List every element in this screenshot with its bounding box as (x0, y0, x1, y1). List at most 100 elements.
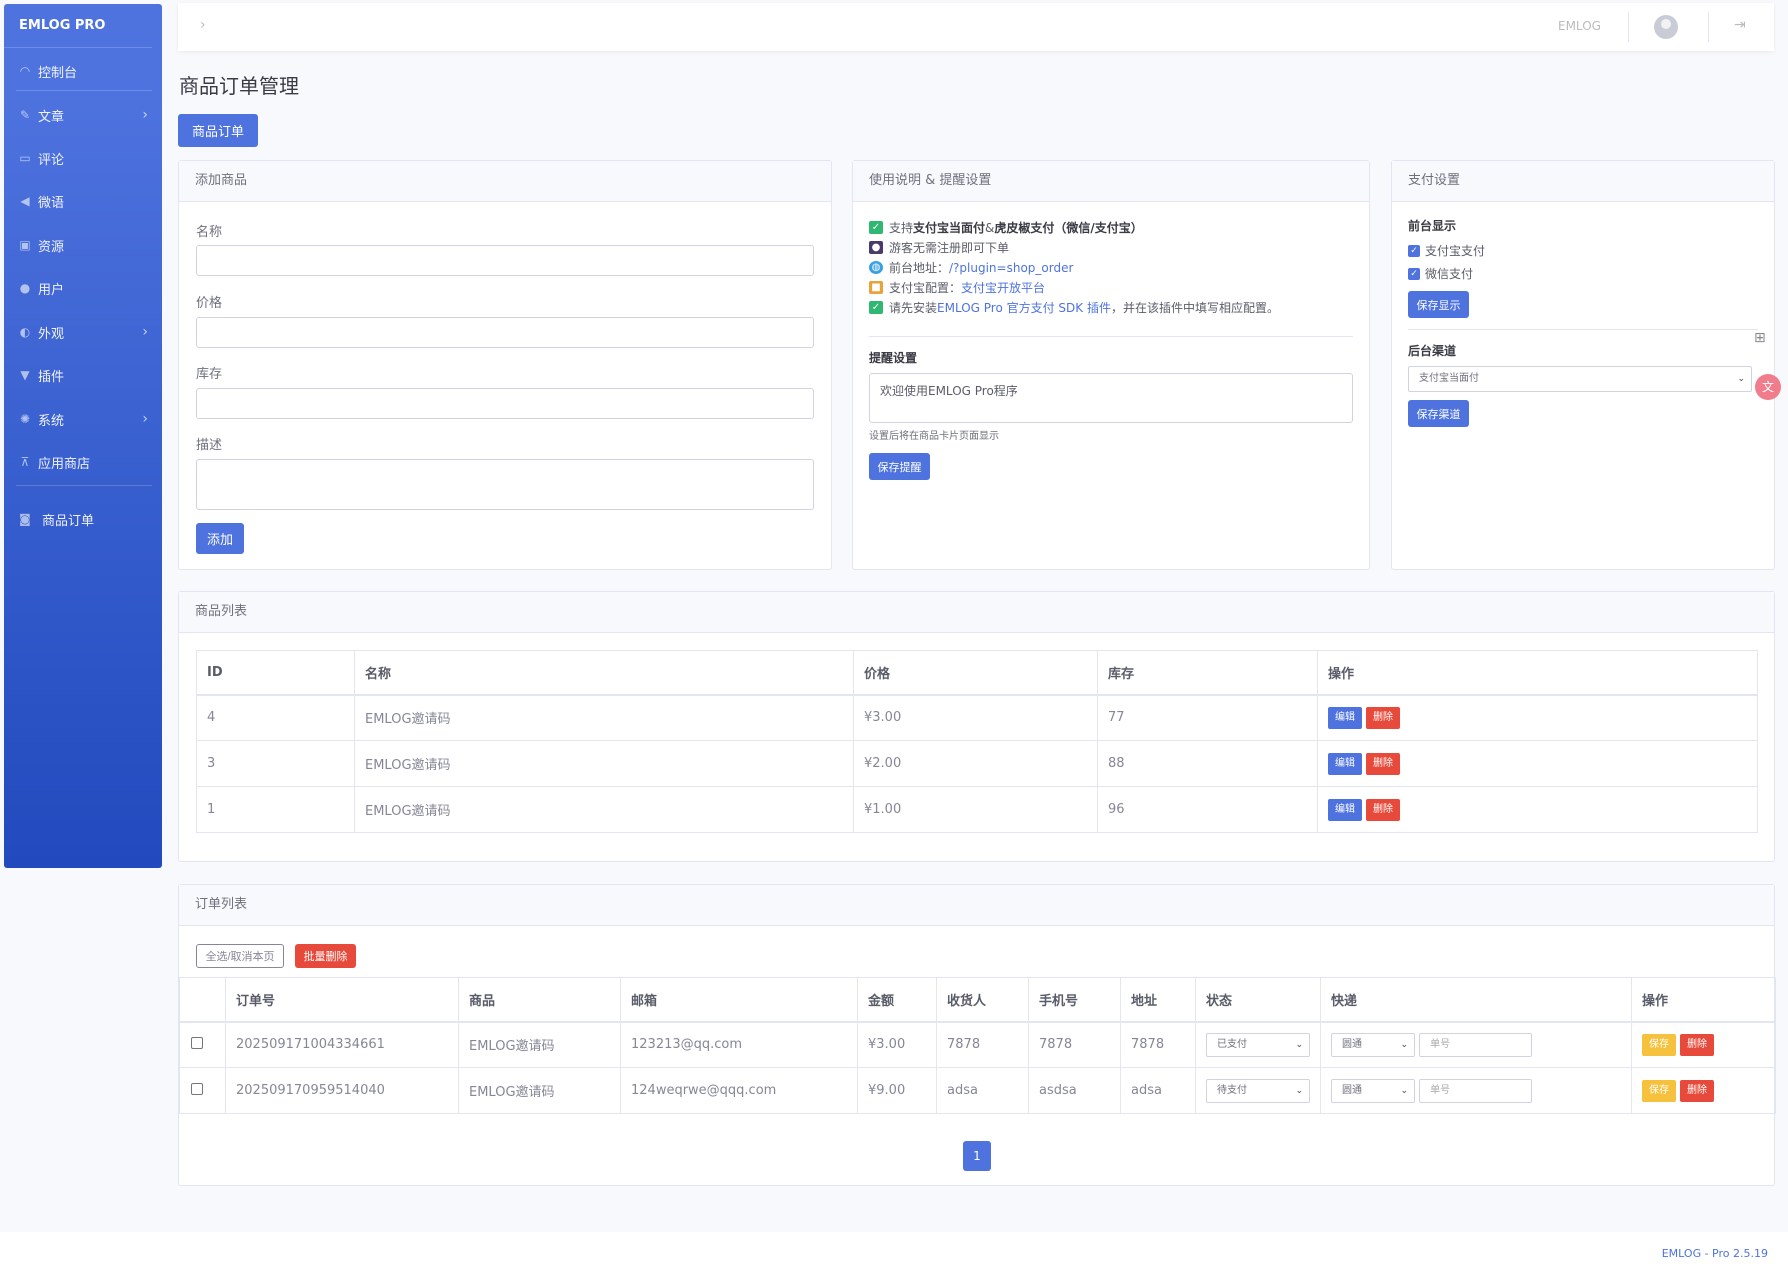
column-header: 金额 (857, 977, 937, 1023)
backend-channel-title: 后台渠道 (1408, 344, 1457, 358)
tab-shop-order[interactable]: 商品订单 (178, 114, 258, 147)
courier-select[interactable]: 圆通 ⌄ (1331, 1032, 1415, 1057)
cell-amount: ¥3.00 (857, 1021, 937, 1068)
tracking-input[interactable]: 单号 (1419, 1032, 1533, 1057)
usage-line-url: ◍ 前台地址：/?plugin=shop_order (869, 259, 1073, 276)
name-input[interactable] (196, 245, 814, 276)
sidebar-item-articles[interactable]: ✎ 文章 › (4, 100, 162, 130)
column-header: 库存 (1097, 650, 1318, 696)
sidebar-item-system[interactable]: ✺ 系统 › (4, 404, 162, 434)
cell-actions: 编辑 删除 (1317, 786, 1758, 833)
select-all-button[interactable]: 全选/取消本页 (196, 944, 284, 968)
delete-button[interactable]: 删除 (1366, 752, 1400, 775)
status-select[interactable]: 已支付 ⌄ (1206, 1032, 1310, 1057)
column-header: 状态 (1195, 977, 1321, 1023)
user-icon: ● (869, 241, 883, 254)
column-header: 手机号 (1028, 977, 1121, 1023)
cell-amount: ¥9.00 (857, 1067, 937, 1114)
sidebar-item-plugins[interactable]: ▼ 插件 (4, 360, 162, 390)
cell-select (179, 1021, 226, 1068)
table-row: 2025091710043346​61 EMLOG邀请码 123213@qq.c… (179, 1021, 1776, 1068)
save-button[interactable]: 保存 (1642, 1079, 1676, 1102)
alipay-checkbox[interactable]: ✓ 支付宝支付 (1408, 242, 1485, 259)
sidebar-item-shop-order[interactable]: ◙ 商品订单 (4, 504, 162, 534)
logout-icon[interactable]: ⇥ (1734, 17, 1746, 33)
cell-product: EMLOG邀请码 (458, 1067, 621, 1114)
price-input[interactable] (196, 317, 814, 348)
sidebar-toggle-icon[interactable]: › (200, 17, 206, 33)
add-button[interactable]: 添加 (196, 523, 244, 554)
footer: EMLOG - Pro 2.5.19 (0, 1232, 1788, 1274)
delete-button[interactable]: 删除 (1366, 798, 1400, 821)
cell-stock: 77 (1097, 694, 1318, 741)
column-header: 邮箱 (620, 977, 858, 1023)
edit-button[interactable]: 编辑 (1328, 706, 1362, 729)
edit-button[interactable]: 编辑 (1328, 798, 1362, 821)
sdk-plugin-link[interactable]: EMLOG Pro 官方支付 SDK 插件 (937, 299, 1111, 316)
batch-delete-button[interactable]: 批量删除 (295, 944, 356, 968)
column-header: 商品 (458, 977, 621, 1023)
save-button[interactable]: 保存 (1642, 1033, 1676, 1056)
cell-actions: 编辑 删除 (1317, 740, 1758, 787)
column-header: 地址 (1120, 977, 1196, 1023)
cell-courier: 圆通 ⌄ 单号 (1320, 1021, 1632, 1068)
remind-title: 提醒设置 (869, 351, 918, 365)
sidebar-item-users[interactable]: ● 用户 (4, 273, 162, 303)
courier-select[interactable]: 圆通 ⌄ (1331, 1078, 1415, 1103)
edit-button[interactable]: 编辑 (1328, 752, 1362, 775)
palette-icon: ◐ (19, 325, 31, 339)
avatar[interactable] (1654, 15, 1678, 39)
row-checkbox[interactable] (191, 1036, 203, 1049)
plug-icon: ▼ (20, 368, 30, 382)
pagination-page[interactable]: 1 (963, 1141, 991, 1171)
user-name[interactable]: EMLOG (1558, 19, 1601, 33)
delete-button[interactable]: 删除 (1680, 1033, 1714, 1056)
check-icon: ✓ (869, 221, 883, 234)
row-checkbox[interactable] (191, 1082, 203, 1095)
price-label: 价格 (196, 296, 223, 311)
cell-price: ¥2.00 (853, 740, 1098, 787)
save-channel-button[interactable]: 保存渠道 (1408, 400, 1469, 427)
status-select[interactable]: 待支付 ⌄ (1206, 1078, 1310, 1103)
cell-phone: 7878 (1028, 1021, 1121, 1068)
cell-id: 3 (196, 740, 355, 787)
column-header: ID (196, 650, 355, 696)
stock-label: 库存 (196, 367, 223, 382)
delete-button[interactable]: 删除 (1366, 706, 1400, 729)
wechat-checkbox[interactable]: ✓ 微信支付 (1408, 265, 1473, 282)
sidebar-item-dashboard[interactable]: ◠ 控制台 (4, 56, 162, 86)
alipay-open-link[interactable]: 支付宝开放平台 (961, 279, 1045, 296)
table-row: 3 EMLOG邀请码 ¥2.00 88 编辑 删除 (196, 740, 1758, 787)
card-header: 订单列表 (179, 885, 1774, 926)
channel-select[interactable]: 支付宝当面付 ⌄ (1408, 366, 1752, 392)
chevron-down-icon: ⌄ (1400, 1085, 1408, 1096)
sidebar-item-media[interactable]: ▣ 资源 (4, 230, 162, 260)
table-header-row: ID 名称 价格 库存 操作 (196, 650, 1758, 696)
card-header: 使用说明 & 提醒设置 (853, 161, 1369, 202)
cell-status: 已支付 ⌄ (1195, 1021, 1321, 1068)
dashboard-icon: ◠ (19, 64, 31, 78)
cell-phone: asdsa (1028, 1067, 1121, 1114)
sidebar-divider (16, 485, 152, 486)
translate-icon[interactable]: 文 (1755, 374, 1781, 400)
checkbox-checked-icon: ✓ (1408, 244, 1420, 257)
frontend-link[interactable]: /?plugin=shop_order (949, 261, 1073, 275)
stock-input[interactable] (196, 388, 814, 419)
remind-textarea[interactable]: 欢迎使用EMLOG Pro程序 (869, 373, 1353, 423)
brand-logo[interactable]: EMLOG PRO (4, 4, 152, 48)
cell-name: EMLOG邀请码 (354, 694, 854, 741)
delete-button[interactable]: 删除 (1680, 1079, 1714, 1102)
qr-grid-icon[interactable]: ⊞ (1754, 330, 1766, 346)
save-remind-button[interactable]: 保存提醒 (869, 453, 930, 480)
sidebar-item-store[interactable]: ⊼ 应用商店 (4, 447, 162, 477)
tracking-input[interactable]: 单号 (1419, 1078, 1533, 1103)
save-display-button[interactable]: 保存显示 (1408, 291, 1469, 318)
sidebar-item-appearance[interactable]: ◐ 外观 › (4, 317, 162, 347)
front-display-title: 前台显示 (1408, 219, 1457, 233)
cell-actions: 编辑 删除 (1317, 694, 1758, 741)
sidebar-item-comments[interactable]: ▭ 评论 (4, 143, 162, 173)
remind-hint: 设置后将在商品卡片页面显示 (869, 431, 999, 442)
desc-textarea[interactable] (196, 459, 814, 510)
column-header: 名称 (354, 650, 854, 696)
sidebar-item-twitter[interactable]: ◀ 微语 (4, 186, 162, 216)
